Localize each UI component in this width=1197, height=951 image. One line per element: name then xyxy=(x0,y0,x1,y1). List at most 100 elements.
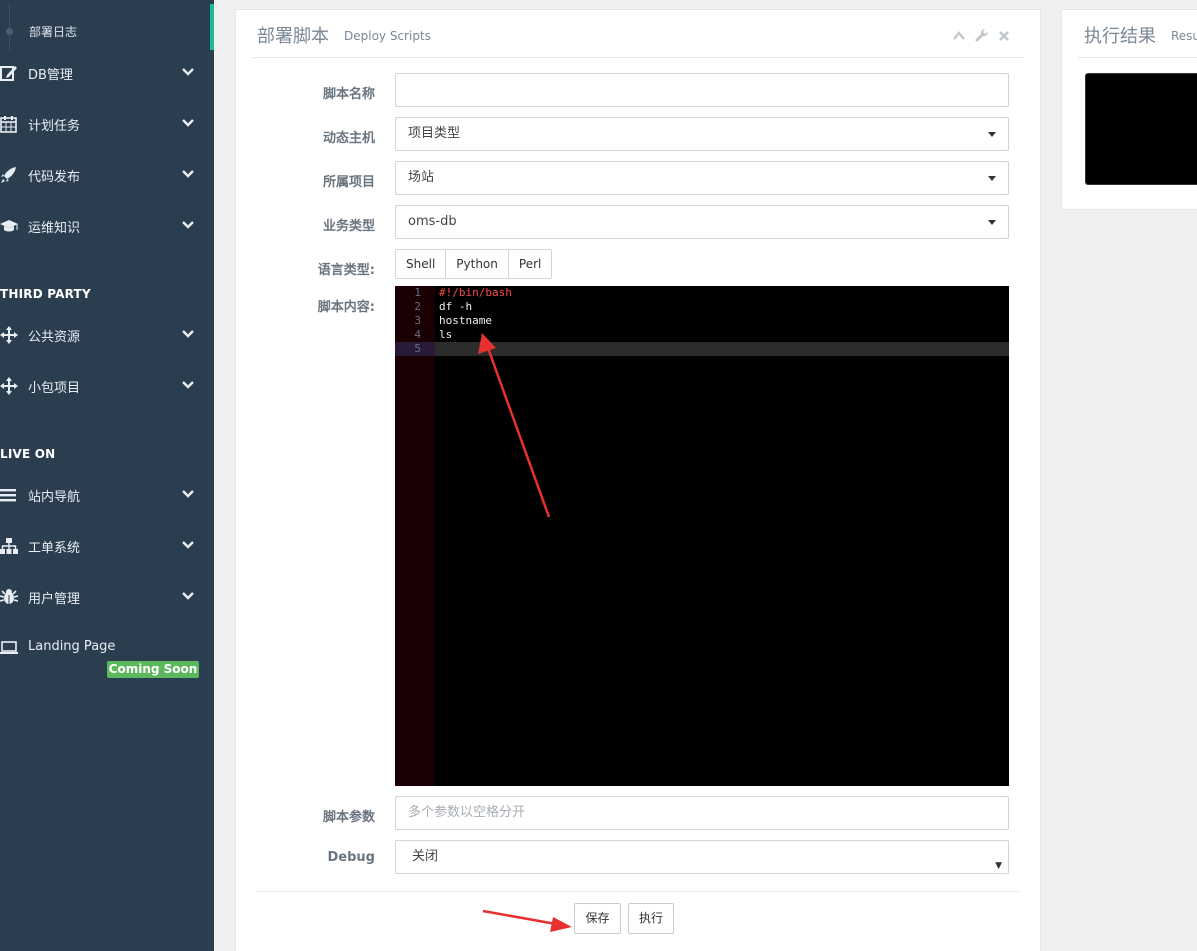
panel-tools xyxy=(953,28,1013,44)
caret-down-icon xyxy=(988,132,996,137)
dynamic-host-select[interactable]: 项目类型 xyxy=(395,117,1009,151)
chevron-down-icon xyxy=(182,170,194,178)
sidebar-item-label: Landing Page xyxy=(28,639,116,654)
params-input[interactable]: 多个参数以空格分开 xyxy=(395,796,1009,830)
sidebar-item-label: 用户管理 xyxy=(28,592,81,607)
chevron-up-icon[interactable] xyxy=(953,30,965,42)
nav-section-third-party: THIRD PARTY xyxy=(0,287,91,301)
sidebar-item-ops-knowledge[interactable]: 运维知识 xyxy=(0,206,214,246)
result-panel-subtitle: Resu xyxy=(1171,29,1197,43)
debug-label: Debug xyxy=(327,850,375,865)
chevron-down-icon xyxy=(182,541,194,549)
line-number: 1 xyxy=(414,286,421,299)
wrench-icon[interactable] xyxy=(975,29,989,43)
lang-label: 语言类型: xyxy=(317,263,375,278)
tree-line xyxy=(9,4,10,50)
rocket-icon xyxy=(1,167,16,183)
chevron-down-icon xyxy=(182,221,194,229)
editor-gutter xyxy=(395,286,435,786)
sidebar: 部署日志 DB管理 计划任务 代码发布 运维知识 THIRD PARTY 公共资… xyxy=(0,0,214,951)
graduation-cap-icon xyxy=(0,220,18,232)
chevron-down-icon xyxy=(182,381,194,389)
sidebar-item-schedule[interactable]: 计划任务 xyxy=(0,104,214,144)
sidebar-item-label: DB管理 xyxy=(28,68,73,83)
lang-python-button[interactable]: Python xyxy=(446,250,509,278)
move-icon xyxy=(0,326,18,344)
panel-title: 部署脚本 xyxy=(257,26,329,47)
business-type-value: oms-db xyxy=(408,214,457,229)
chevron-down-icon xyxy=(182,119,194,127)
sidebar-subitem-deploy-log[interactable]: 部署日志 xyxy=(0,4,214,50)
sidebar-item-label: 站内导航 xyxy=(28,490,81,505)
params-label: 脚本参数 xyxy=(322,810,375,825)
sidebar-subitem-label: 部署日志 xyxy=(29,25,78,39)
sidebar-item-label: 公共资源 xyxy=(28,330,81,345)
dynamic-host-value: 项目类型 xyxy=(408,126,461,141)
caret-down-icon: ▼ xyxy=(995,861,1002,871)
sidebar-item-small-projects[interactable]: 小包项目 xyxy=(0,366,214,406)
code-line: ls xyxy=(439,328,453,341)
sidebar-item-code-release[interactable]: 代码发布 xyxy=(0,155,214,195)
divider xyxy=(252,57,1024,58)
business-type-select[interactable]: oms-db xyxy=(395,205,1009,239)
editor-active-line xyxy=(395,342,1009,356)
divider xyxy=(257,891,1019,892)
lang-perl-button[interactable]: Perl xyxy=(509,250,551,278)
sidebar-item-db[interactable]: DB管理 xyxy=(0,53,214,93)
chevron-down-icon xyxy=(182,330,194,338)
line-number: 4 xyxy=(414,328,421,341)
sitemap-icon xyxy=(0,538,18,554)
bug-icon xyxy=(0,589,18,604)
deploy-scripts-panel: 部署脚本 Deploy Scripts 脚本名称 动态主机 项目类型 所属项目 … xyxy=(235,9,1041,951)
chevron-down-icon xyxy=(182,592,194,600)
script-name-label: 脚本名称 xyxy=(322,87,375,102)
sidebar-item-site-nav[interactable]: 站内导航 xyxy=(0,475,214,515)
business-type-label: 业务类型 xyxy=(322,219,375,234)
line-number: 3 xyxy=(414,314,421,327)
caret-down-icon xyxy=(988,220,996,225)
chevron-down-icon xyxy=(182,490,194,498)
lang-button-group: Shell Python Perl xyxy=(395,249,553,279)
debug-select[interactable]: 关闭 ▼ xyxy=(395,840,1009,874)
result-terminal xyxy=(1085,73,1197,185)
list-icon xyxy=(0,489,16,502)
caret-down-icon xyxy=(988,176,996,181)
tree-dot xyxy=(6,28,13,35)
save-button[interactable]: 保存 xyxy=(574,903,621,934)
laptop-icon xyxy=(0,641,18,654)
sidebar-item-public-resources[interactable]: 公共资源 xyxy=(0,315,214,355)
project-label: 所属项目 xyxy=(322,175,375,190)
sidebar-item-label: 小包项目 xyxy=(28,381,81,396)
code-editor[interactable]: 1 2 3 4 5 #!/bin/bash df -h hostname ls xyxy=(395,286,1009,786)
active-indicator xyxy=(210,4,214,50)
sidebar-item-user-management[interactable]: 用户管理 xyxy=(0,577,214,617)
result-panel: 执行结果 Resu xyxy=(1061,9,1197,210)
lang-shell-button[interactable]: Shell xyxy=(396,250,447,278)
project-value: 场站 xyxy=(408,170,435,185)
divider xyxy=(1078,57,1197,58)
project-select[interactable]: 场站 xyxy=(395,161,1009,195)
script-name-input[interactable] xyxy=(395,73,1009,107)
nav-section-live-on: LIVE ON xyxy=(0,447,56,461)
chevron-down-icon xyxy=(182,68,194,76)
content-label: 脚本内容: xyxy=(317,300,375,315)
code-line: df -h xyxy=(439,300,473,313)
sidebar-item-label: 代码发布 xyxy=(28,170,81,185)
move-icon xyxy=(0,377,18,395)
debug-value: 关闭 xyxy=(412,849,439,864)
execute-button[interactable]: 执行 xyxy=(628,903,674,934)
calendar-icon xyxy=(0,116,17,133)
line-number: 2 xyxy=(414,300,421,313)
sidebar-item-label: 工单系统 xyxy=(28,541,81,556)
sidebar-item-ticket-system[interactable]: 工单系统 xyxy=(0,526,214,566)
code-line: #!/bin/bash xyxy=(439,286,512,299)
panel-subtitle: Deploy Scripts xyxy=(344,29,431,43)
code-line: hostname xyxy=(439,314,492,327)
close-icon[interactable] xyxy=(998,30,1010,42)
dynamic-host-label: 动态主机 xyxy=(322,131,375,146)
edit-icon xyxy=(0,66,17,81)
line-number: 5 xyxy=(414,342,421,355)
coming-soon-badge: Coming Soon xyxy=(107,661,199,678)
sidebar-item-label: 计划任务 xyxy=(28,119,81,134)
result-panel-title: 执行结果 xyxy=(1084,26,1156,47)
